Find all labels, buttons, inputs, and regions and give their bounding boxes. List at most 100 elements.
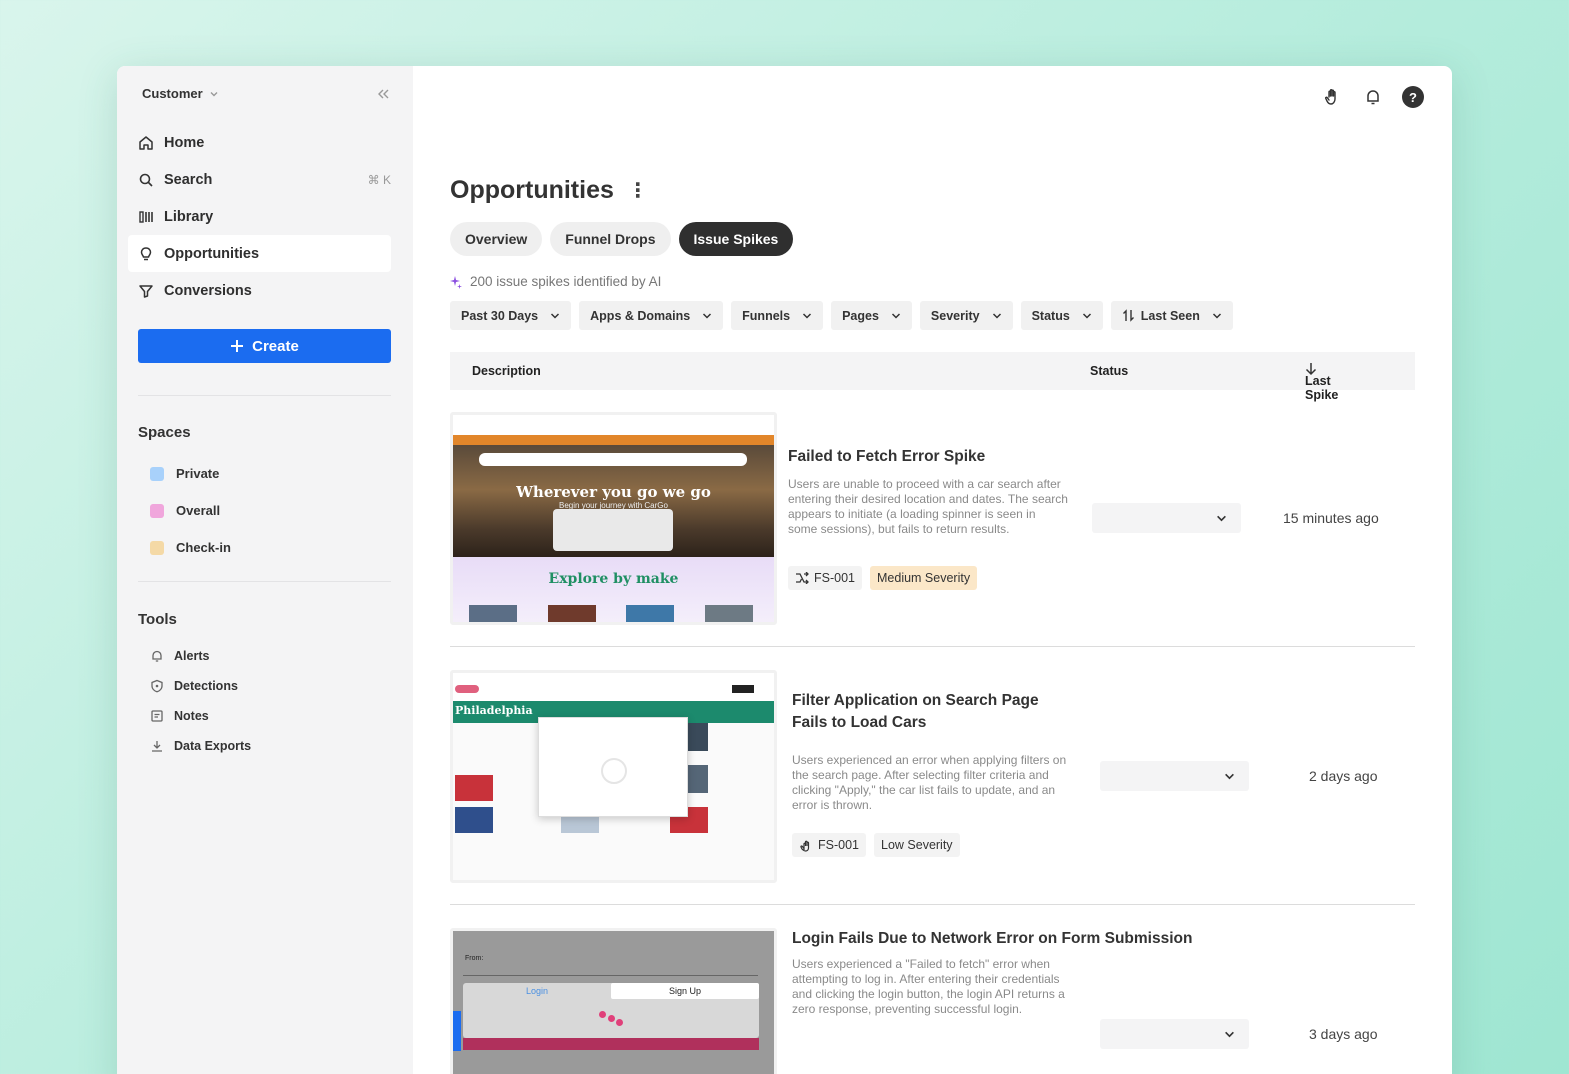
- filter-apps-domains[interactable]: Apps & Domains: [579, 301, 724, 330]
- tool-label: Detections: [174, 679, 238, 693]
- loading-spinner: [601, 758, 627, 784]
- status-dropdown[interactable]: [1100, 1019, 1249, 1049]
- filter-date-range[interactable]: Past 30 Days: [450, 301, 572, 330]
- thumb-car: [553, 509, 673, 551]
- space-item-overall[interactable]: Overall: [150, 503, 220, 518]
- loading-dot: [616, 1019, 623, 1026]
- collapse-sidebar-icon[interactable]: [375, 86, 391, 102]
- tool-label: Alerts: [174, 649, 210, 663]
- ai-summary: 200 issue spikes identified by AI: [450, 274, 661, 289]
- funnel-id-tag: FS-001: [788, 566, 862, 590]
- space-label: Overall: [176, 503, 221, 518]
- status-dropdown[interactable]: [1092, 503, 1241, 533]
- chevron-down-icon: [1082, 312, 1091, 319]
- chevron-down-icon: [703, 312, 712, 319]
- issue-tags: FS-001 Medium Severity: [788, 566, 978, 590]
- filter-label: Funnels: [742, 308, 791, 323]
- session-thumbnail[interactable]: Wherever you go we go Begin your journey…: [450, 412, 777, 625]
- filter-status[interactable]: Status: [1020, 301, 1103, 330]
- issue-title[interactable]: Filter Application on Search Page Fails …: [792, 690, 1072, 734]
- table-row[interactable]: From: Login Sign Up Login Fails Due to N…: [450, 928, 1415, 1074]
- chevron-down-icon: [1217, 515, 1226, 522]
- notification-bell-icon[interactable]: [1362, 86, 1384, 108]
- thumb-car: [455, 775, 493, 801]
- help-icon[interactable]: ?: [1402, 86, 1424, 108]
- nav-item-opportunities[interactable]: Opportunities: [128, 235, 391, 272]
- last-spike-time: 15 minutes ago: [1283, 510, 1379, 526]
- thumb-card: [705, 605, 753, 622]
- thumb-section-title: Explore by make: [548, 571, 679, 587]
- issue-title[interactable]: Login Fails Due to Network Error on Form…: [792, 928, 1192, 950]
- tool-item-alerts[interactable]: Alerts: [150, 649, 209, 663]
- filter-label: Status: [1031, 308, 1070, 323]
- filter-severity[interactable]: Severity: [919, 301, 1013, 330]
- space-color-swatch: [150, 540, 164, 555]
- tool-label: Notes: [174, 709, 209, 723]
- download-icon: [152, 741, 162, 752]
- column-header-status[interactable]: Status: [1090, 364, 1128, 378]
- tab-issue-spikes[interactable]: Issue Spikes: [678, 222, 794, 256]
- chevron-down-icon: [891, 312, 900, 319]
- funnel-split-icon: [796, 572, 809, 584]
- nav-label: Opportunities: [164, 245, 260, 262]
- status-dropdown[interactable]: [1100, 761, 1249, 791]
- tool-item-notes[interactable]: Notes: [150, 709, 209, 723]
- filter-bar: Past 30 Days Apps & Domains Funnels Page…: [450, 301, 1233, 330]
- tab-funnel-drops[interactable]: Funnel Drops: [550, 222, 671, 256]
- more-options-icon[interactable]: ⋮: [628, 178, 648, 203]
- plus-icon: [231, 340, 244, 352]
- account-switcher[interactable]: Customer: [142, 86, 219, 101]
- tool-item-data-exports[interactable]: Data Exports: [150, 739, 251, 753]
- column-header-last-spike[interactable]: Last Spike: [1305, 362, 1338, 402]
- space-color-swatch: [150, 503, 164, 518]
- severity-badge: Medium Severity: [870, 566, 978, 590]
- thumb-signup-tab: Sign Up: [611, 983, 759, 999]
- last-spike-time: 3 days ago: [1309, 1026, 1378, 1042]
- column-header-description[interactable]: Description: [472, 364, 541, 378]
- filter-label: Last Seen: [1140, 308, 1200, 323]
- thumb-login-tab: Login: [525, 986, 549, 996]
- nav-label: Home: [164, 134, 205, 151]
- pointer-icon: [800, 840, 810, 852]
- nav-item-conversions[interactable]: Conversions: [128, 272, 391, 309]
- space-label: Private: [176, 466, 220, 481]
- tools-heading: Tools: [138, 611, 177, 628]
- app-window: Customer Home Search ⌘ K Library Opportu: [117, 66, 1452, 1074]
- thumb-hero: Wherever you go we go Begin your journey…: [453, 445, 774, 557]
- nav-item-home[interactable]: Home: [128, 124, 391, 161]
- thumb-line: [463, 975, 758, 976]
- sidebar-divider: [138, 395, 391, 396]
- sort-icon: [1122, 309, 1134, 322]
- main-content: ? Opportunities ⋮ Overview Funnel Drops …: [413, 66, 1452, 1074]
- filter-funnels[interactable]: Funnels: [731, 301, 824, 330]
- search-shortcut: ⌘ K: [367, 172, 391, 187]
- thumb-card: [469, 605, 517, 622]
- session-thumbnail[interactable]: Philadelphia: [450, 670, 777, 883]
- nav-label: Conversions: [164, 282, 252, 299]
- thumb-topbar: [453, 673, 774, 701]
- table-row[interactable]: Wherever you go we go Begin your journey…: [450, 412, 1415, 628]
- lightbulb-icon: [140, 246, 152, 260]
- sort-last-seen[interactable]: Last Seen: [1110, 301, 1233, 330]
- filter-pages[interactable]: Pages: [831, 301, 912, 330]
- tab-overview[interactable]: Overview: [450, 222, 543, 256]
- filter-label: Apps & Domains: [590, 308, 691, 323]
- row-divider: [450, 904, 1415, 905]
- table-row[interactable]: Philadelphia Filter Application on Searc…: [450, 670, 1415, 886]
- thumb-section: Explore by make: [453, 557, 774, 622]
- create-button[interactable]: Create: [138, 329, 391, 363]
- space-item-check-in[interactable]: Check-in: [150, 540, 231, 555]
- table-header: Description Status Last Spike: [450, 352, 1415, 402]
- tool-item-detections[interactable]: Detections: [150, 679, 238, 693]
- nav-item-search[interactable]: Search ⌘ K: [128, 161, 391, 198]
- nav-item-library[interactable]: Library: [128, 198, 391, 235]
- hand-icon[interactable]: [1322, 86, 1344, 108]
- create-label: Create: [252, 337, 299, 355]
- session-thumbnail[interactable]: From: Login Sign Up: [450, 928, 777, 1074]
- thumb-filter-modal: [538, 717, 688, 817]
- space-item-private[interactable]: Private: [150, 466, 219, 481]
- library-icon: [139, 210, 153, 223]
- issue-tags: FS-001 Low Severity: [792, 833, 960, 857]
- issue-title[interactable]: Failed to Fetch Error Spike: [788, 446, 985, 468]
- thumb-from-label: From:: [465, 955, 484, 962]
